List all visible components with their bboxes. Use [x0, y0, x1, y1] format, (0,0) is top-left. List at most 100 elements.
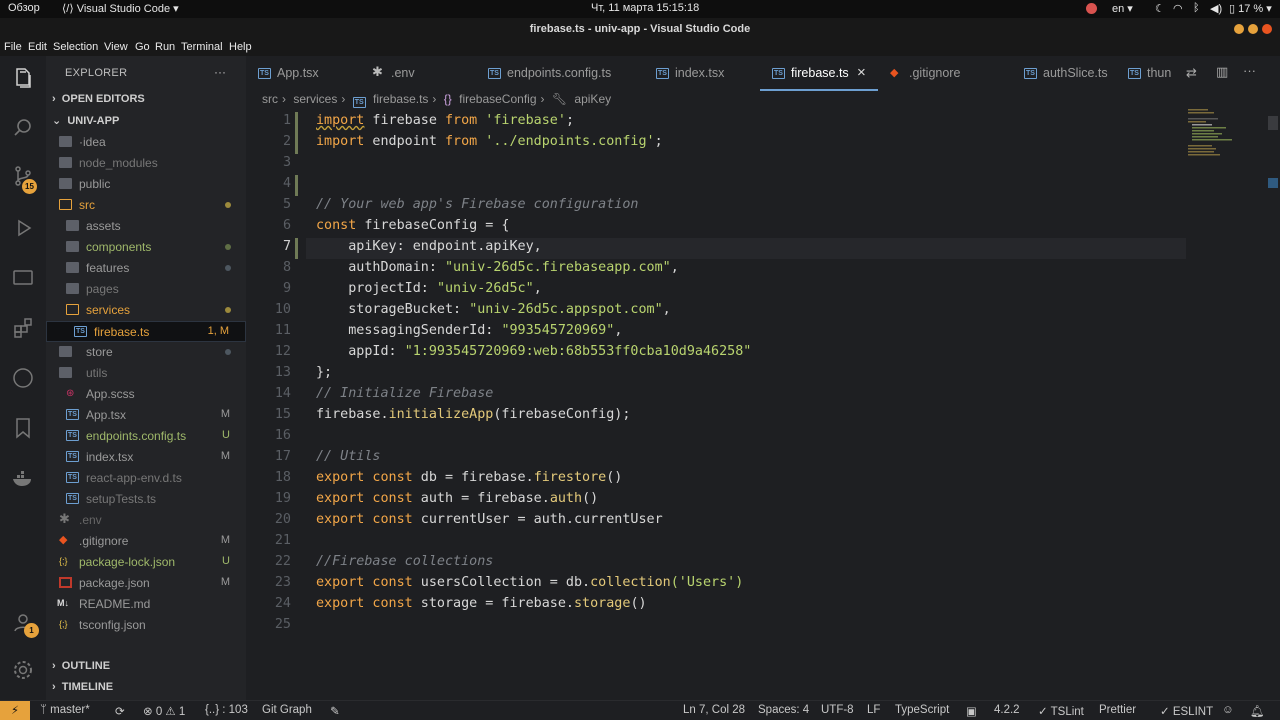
end-of-line[interactable]: LF [867, 704, 880, 716]
menu-selection[interactable]: Selection [53, 41, 98, 53]
menu-view[interactable]: View [104, 41, 128, 53]
tree-item-public[interactable]: public [46, 174, 246, 195]
scrollbar-thumb[interactable] [1268, 116, 1278, 130]
git-graph-button[interactable]: Git Graph [262, 704, 312, 716]
tree-item-assets[interactable]: assets [46, 216, 246, 237]
breadcrumb-symbol[interactable]: firebaseConfig [459, 92, 536, 106]
tree-item-utils[interactable]: utils [46, 363, 246, 384]
bookmark-icon[interactable] [11, 416, 35, 440]
prettier-status[interactable]: Prettier [1099, 704, 1136, 716]
sync-icon[interactable]: ⟳ [115, 704, 125, 718]
braces-indicator[interactable]: {..} : 103 [205, 704, 248, 716]
menu-edit[interactable]: Edit [28, 41, 47, 53]
notifications-icon[interactable]: 🔔︎ [1250, 704, 1265, 718]
accounts-status-icon[interactable]: ☺ [1222, 704, 1234, 716]
maximize-button[interactable] [1248, 24, 1258, 34]
encoding[interactable]: UTF-8 [821, 704, 854, 716]
settings-gear-icon[interactable] [11, 658, 35, 682]
bluetooth-icon[interactable]: ᛒ [1193, 2, 1200, 14]
tree-item-app-scss[interactable]: ⊛ App.scss [46, 384, 246, 405]
language-mode[interactable]: TypeScript [895, 704, 949, 716]
tslint-status[interactable]: ✓ TSLint [1038, 704, 1084, 718]
tab-env[interactable]: ✱ .env [360, 56, 472, 91]
tree-item-react-app-env[interactable]: TS react-app-env.d.ts [46, 468, 246, 489]
close-window-button[interactable] [1262, 24, 1272, 34]
battery-indicator[interactable]: ▯ 17 % ▾ [1229, 2, 1272, 15]
github-icon[interactable] [11, 366, 35, 390]
tree-item-index-tsx[interactable]: TS index.tsx M [46, 447, 246, 468]
tree-item-package-json[interactable]: package.json M [46, 573, 246, 594]
tree-item-gitignore[interactable]: ◆ .gitignore M [46, 531, 246, 552]
tab-firebase-ts[interactable]: TS firebase.ts × [760, 56, 878, 91]
keyboard-layout[interactable]: en ▾ [1112, 2, 1133, 15]
open-changes-icon[interactable]: ⇄ [1186, 65, 1197, 81]
extensions-icon[interactable] [11, 316, 35, 340]
tree-item-idea[interactable]: ·idea [46, 132, 246, 153]
menu-file[interactable]: File [4, 41, 22, 53]
line-number: 20 [274, 512, 291, 527]
activities-button[interactable]: Обзор [8, 2, 40, 14]
wifi-icon[interactable]: ◠ [1173, 2, 1183, 15]
pencil-icon[interactable]: ✎ [330, 704, 340, 718]
tab-close-button[interactable]: × [857, 64, 866, 81]
ts-version[interactable]: 4.2.2 [994, 704, 1020, 716]
tab-endpoints-config[interactable]: TS endpoints.config.ts [476, 56, 642, 91]
tree-item-node-modules[interactable]: node_modules [46, 153, 246, 174]
explorer-icon[interactable] [11, 66, 35, 90]
timeline-section[interactable]: › TIMELINE [52, 681, 113, 693]
cursor-position[interactable]: Ln 7, Col 28 [683, 704, 745, 716]
tree-item-src[interactable]: src [46, 195, 246, 216]
tree-item-package-lock[interactable]: {;} package-lock.json U [46, 552, 246, 573]
breadcrumb-services[interactable]: services [293, 92, 337, 106]
tree-item-services[interactable]: services [46, 300, 246, 321]
remote-indicator-button[interactable]: ⚡ [0, 701, 30, 720]
menu-run[interactable]: Run [155, 41, 175, 53]
tree-item-env[interactable]: ✱ .env [46, 510, 246, 531]
app-menu-button[interactable]: ⟨/⟩ Visual Studio Code ▾ [62, 2, 179, 15]
more-actions-icon[interactable]: ··· [1243, 63, 1256, 78]
breadcrumb-src[interactable]: src [262, 92, 278, 106]
open-editors-section[interactable]: › OPEN EDITORS [52, 93, 145, 105]
tab-label: authSlice.ts [1043, 66, 1108, 80]
minimap[interactable] [1188, 108, 1268, 158]
minimize-button[interactable] [1234, 24, 1244, 34]
tree-item-setup-tests[interactable]: TS setupTests.ts [46, 489, 246, 510]
docker-icon[interactable] [11, 466, 35, 490]
night-light-icon[interactable]: ☾ [1155, 2, 1165, 15]
tree-item-store[interactable]: store [46, 342, 246, 363]
branch-indicator[interactable]: ᛘ master* [40, 704, 90, 716]
project-section[interactable]: ⌄ UNIV-APP [52, 114, 119, 127]
vertical-scrollbar[interactable] [1266, 108, 1280, 700]
breadcrumb-property[interactable]: apiKey [574, 92, 611, 106]
remote-explorer-icon[interactable] [11, 266, 35, 290]
outline-section[interactable]: › OUTLINE [52, 660, 110, 672]
tab-thunk[interactable]: TS thun [1116, 56, 1176, 91]
tree-item-components[interactable]: components [46, 237, 246, 258]
split-editor-icon[interactable]: ▥ [1216, 64, 1228, 80]
tree-item-endpoints-config[interactable]: TS endpoints.config.ts U [46, 426, 246, 447]
indentation[interactable]: Spaces: 4 [758, 704, 809, 716]
tree-item-features[interactable]: features [46, 258, 246, 279]
tab-index-tsx[interactable]: TS index.tsx [644, 56, 758, 91]
code-editor[interactable]: 1 2 3 4 5 6 7 8 9 10 11 12 13 14 15 16 1… [246, 110, 1266, 700]
tab-app-tsx[interactable]: TS App.tsx [246, 56, 358, 91]
menu-help[interactable]: Help [229, 41, 252, 53]
volume-icon[interactable]: ◀) [1210, 2, 1222, 15]
run-debug-icon[interactable] [11, 216, 35, 240]
clock[interactable]: Чт, 11 марта 15:15:18 [591, 2, 699, 14]
chrome-icon[interactable] [1086, 3, 1097, 14]
tree-item-pages[interactable]: pages [46, 279, 246, 300]
tree-item-readme[interactable]: M↓ README.md [46, 594, 246, 615]
explorer-more-button[interactable]: ··· [214, 65, 226, 79]
search-icon[interactable] [11, 116, 35, 140]
problems-indicator[interactable]: ⊗ 0 ⚠ 1 [143, 704, 185, 718]
menu-terminal[interactable]: Terminal [181, 41, 223, 53]
tree-item-app-tsx[interactable]: TS App.tsx M [46, 405, 246, 426]
tree-item-firebase-ts[interactable]: TS firebase.ts 1, M [46, 321, 246, 342]
menu-go[interactable]: Go [135, 41, 150, 53]
tab-authslice[interactable]: TS authSlice.ts [1012, 56, 1116, 91]
tab-gitignore[interactable]: ◆ .gitignore [878, 56, 1012, 91]
eslint-status[interactable]: ✓ ESLINT [1160, 704, 1213, 718]
breadcrumb-file[interactable]: firebase.ts [373, 92, 428, 106]
tree-item-tsconfig[interactable]: {;} tsconfig.json [46, 615, 246, 636]
